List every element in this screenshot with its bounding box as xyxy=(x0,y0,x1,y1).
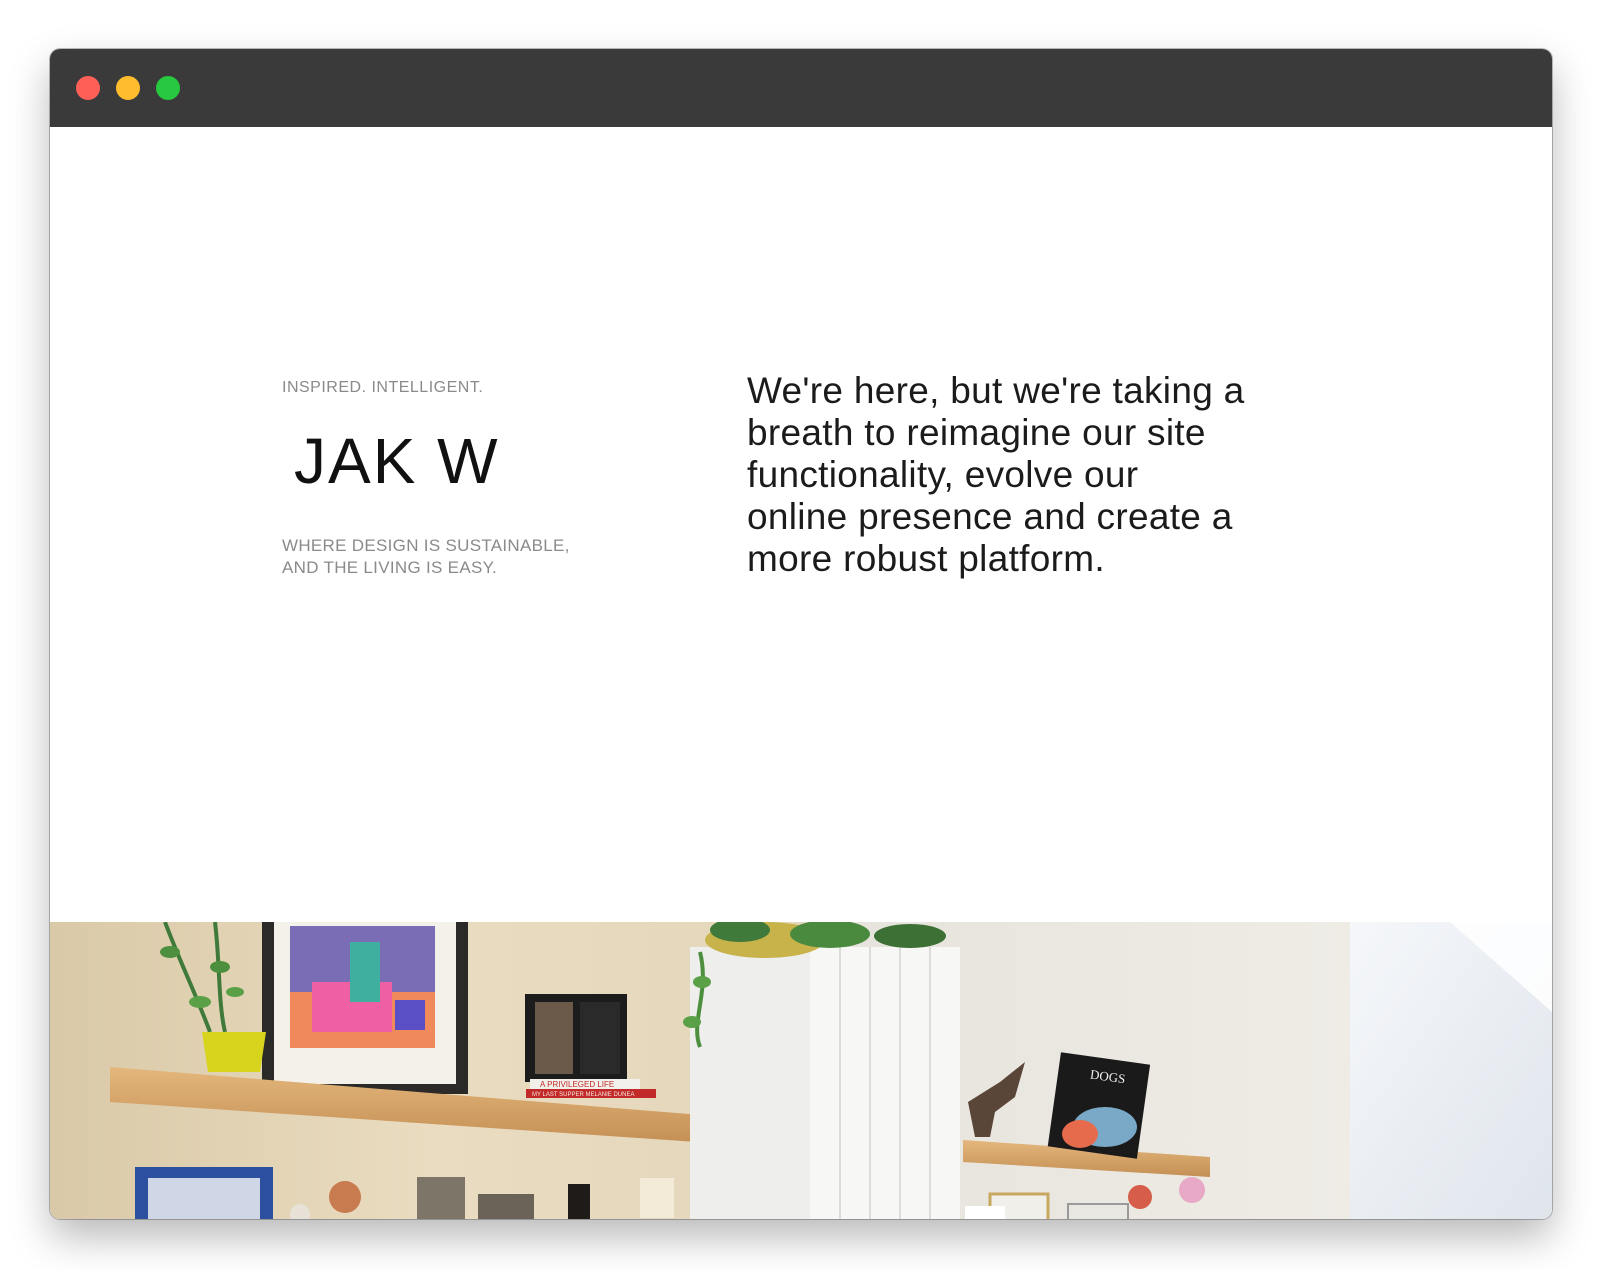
browser-window: INSPIRED. INTELLIGENT. JAK W WHERE DESIG… xyxy=(50,49,1552,1219)
page-content: INSPIRED. INTELLIGENT. JAK W WHERE DESIG… xyxy=(50,127,1552,1219)
message-line: online presence and create a xyxy=(747,496,1233,537)
yellow-pot xyxy=(202,1032,266,1072)
close-window-button[interactable] xyxy=(76,76,100,100)
window-titlebar xyxy=(50,49,1552,127)
tagline: INSPIRED. INTELLIGENT. xyxy=(282,379,484,396)
message-line: functionality, evolve our xyxy=(747,454,1139,495)
subline-line: WHERE DESIGN IS SUSTAINABLE, xyxy=(282,536,570,555)
subline-line: AND THE LIVING IS EASY. xyxy=(282,558,498,577)
book-spine-title: A PRIVILEGED LIFE xyxy=(540,1080,614,1089)
message-line: We're here, but we're taking a xyxy=(747,370,1245,411)
white-cabinet-side xyxy=(690,947,815,1219)
message-line: more robust platform. xyxy=(747,538,1105,579)
zoom-window-button[interactable] xyxy=(156,76,180,100)
minimize-window-button[interactable] xyxy=(116,76,140,100)
maintenance-message: We're here, but we're taking a breath to… xyxy=(747,370,1347,580)
vase xyxy=(417,1177,465,1219)
interior-shelves-photo: A PRIVILEGED LIFE MY LAST SUPPER MELANIE… xyxy=(50,922,1552,1219)
book-spine-title: MY LAST SUPPER MELANIE DUNEA xyxy=(532,1092,634,1098)
white-cabinet-front xyxy=(810,947,960,1219)
message-line: breath to reimagine our site xyxy=(747,412,1206,453)
subline: WHERE DESIGN IS SUSTAINABLE, AND THE LIV… xyxy=(282,535,642,579)
brand-logo-text: JAK W xyxy=(294,425,500,497)
